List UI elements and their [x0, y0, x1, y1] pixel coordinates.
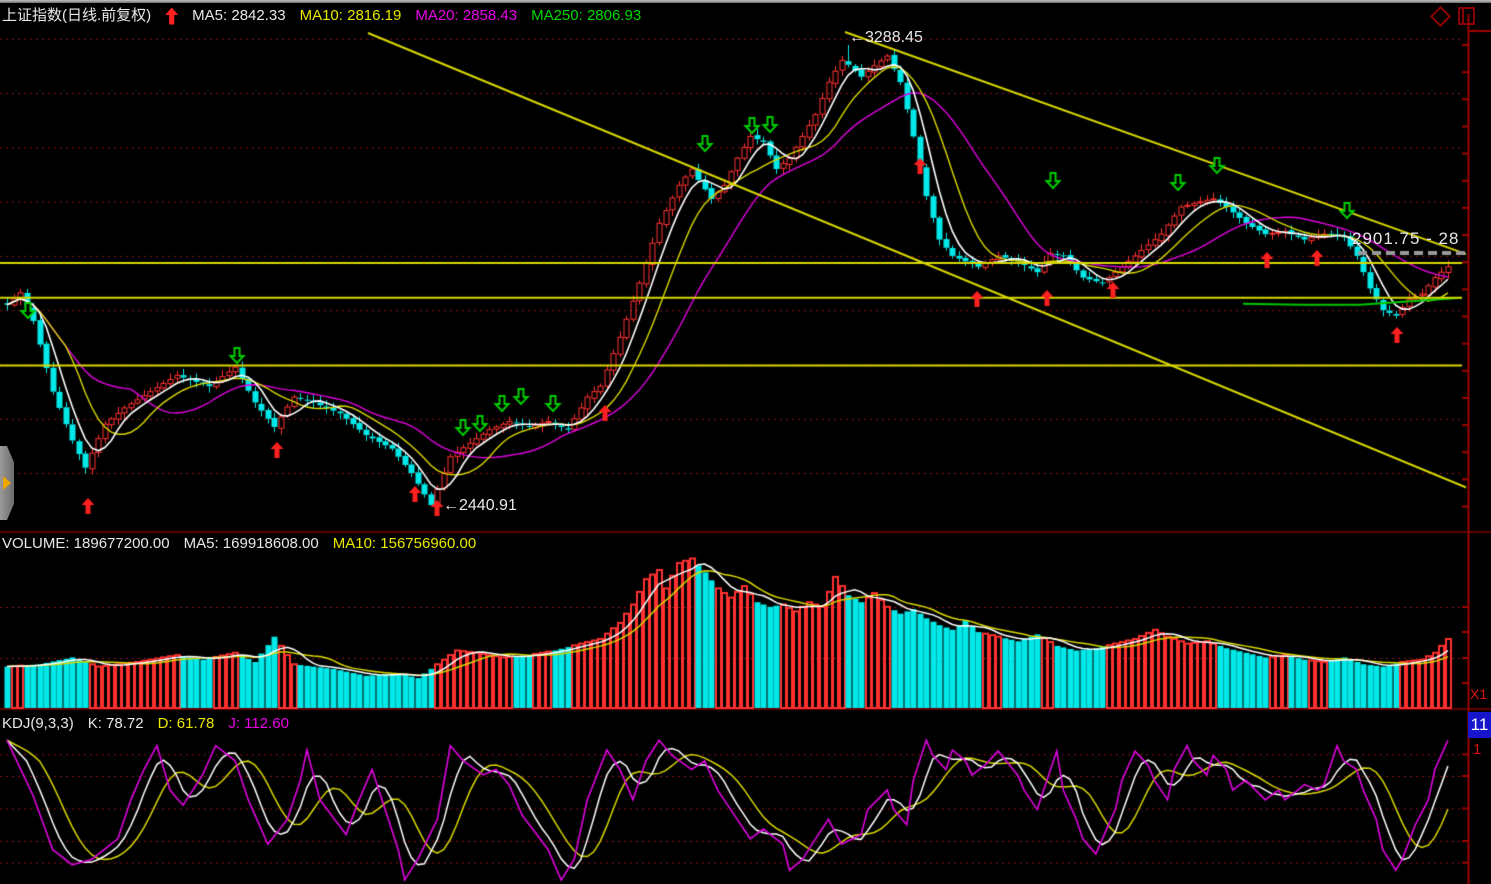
main-legend: 上证指数(日线.前复权) MA5: 2842.33 MA10: 2816.19 … — [2, 6, 655, 26]
chart-canvas — [0, 0, 1491, 884]
volume-unit-label: X1 — [1470, 686, 1487, 702]
ma5-value: MA5: 2842.33 — [192, 6, 285, 26]
ma10-value: MA10: 2816.19 — [300, 6, 402, 26]
up-arrow-icon — [165, 8, 178, 25]
volume-ma5-value: MA5: 169918608.00 — [184, 534, 319, 554]
diamond-icon[interactable] — [1430, 5, 1451, 26]
titlebar-icons — [1433, 7, 1475, 25]
kdj-d-value: D: 61.78 — [158, 714, 215, 734]
ma250-value: MA250: 2806.93 — [531, 6, 641, 26]
kdj-k-value: K: 78.72 — [88, 714, 144, 734]
window-layout-icon[interactable] — [1458, 7, 1475, 25]
ma20-value: MA20: 2858.43 — [415, 6, 517, 26]
volume-ma10-value: MA10: 156756960.00 — [333, 534, 476, 554]
window-top-edge — [0, 0, 1491, 3]
volume-value: VOLUME: 189677200.00 — [2, 534, 170, 554]
volume-legend: VOLUME: 189677200.00 MA5: 169918608.00 M… — [2, 534, 490, 554]
page-title: 上证指数(日线.前复权) — [2, 6, 151, 26]
chart-app-window: 上证指数(日线.前复权) MA5: 2842.33 MA10: 2816.19 … — [0, 0, 1491, 884]
kdj-axis-top-badge: 11 — [1468, 712, 1491, 738]
expand-arrow-icon — [3, 476, 11, 490]
kdj-legend: KDJ(9,3,3) K: 78.72 D: 61.78 J: 112.60 — [2, 714, 303, 734]
window-layout-icon-bar — [1462, 9, 1464, 23]
price-range-label: 2901.75 - 28 — [1352, 229, 1459, 249]
kdj-name: KDJ(9,3,3) — [2, 714, 74, 734]
trough-price-label: ←2440.91 — [443, 497, 517, 515]
kdj-j-value: J: 112.60 — [228, 714, 289, 734]
kdj-axis-label: 1 — [1473, 741, 1481, 758]
peak-price-label: ←3288.45 — [849, 29, 923, 47]
